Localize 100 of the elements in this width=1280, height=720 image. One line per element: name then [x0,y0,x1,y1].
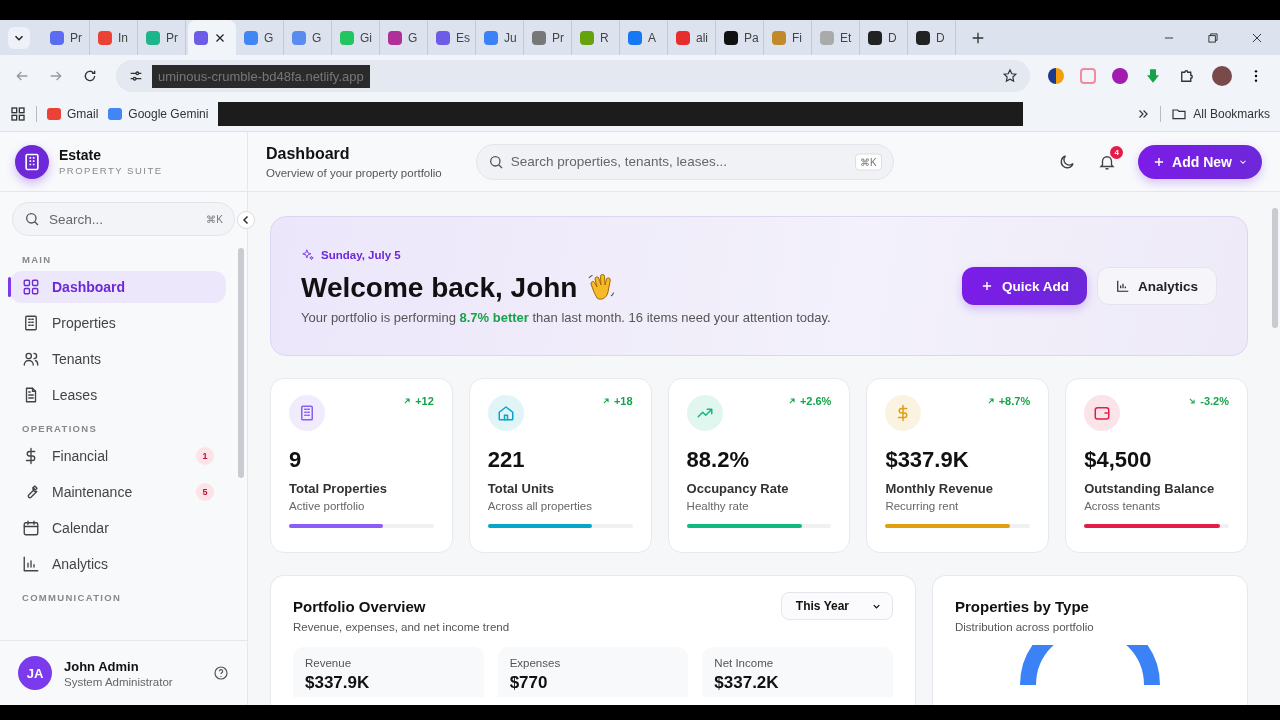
add-new-button[interactable]: Add New [1138,144,1262,179]
tab-title: Pr [70,30,82,45]
nav-item[interactable]: Financial 1 [10,440,226,472]
metric-label: Expenses [509,657,562,669]
tab-title: ali [696,30,708,45]
tab-title: G [264,30,274,45]
shortcut-hint: ⌘K [855,153,882,170]
stat-value: $337.9K [885,447,970,473]
stat-value: 221 [487,447,526,473]
user-name: John Admin [64,658,140,674]
tab-title: D [936,30,945,45]
help-icon[interactable] [213,665,229,681]
restore-icon[interactable] [1206,30,1220,45]
grid-icon [22,278,40,296]
search-icon [487,153,504,170]
tab-title: Fi [792,30,802,45]
tab-search-button[interactable] [8,26,30,49]
stat-label: Occupancy Rate [686,481,790,496]
trend-indicator: -3.2% [1187,395,1229,407]
count-badge: 5 [196,483,214,501]
tab-title: Et [840,30,852,45]
metric-label: Revenue [305,657,353,669]
stat-label: Monthly Revenue [885,481,994,496]
stat-caption: Active portfolio [289,500,366,512]
tab-title: Pa [744,30,759,45]
bookmark-link[interactable]: Gmail [47,107,99,121]
all-bookmarks-button[interactable]: All Bookmarks [1171,106,1270,122]
tab-title: Es [456,30,470,45]
shortcut-hint: ⌘K [206,213,223,225]
card-subtitle: Distribution across portfolio [955,621,1095,633]
nav-item[interactable]: Analytics [10,548,226,580]
trend-indicator: +12 [402,395,434,407]
download-arrow-icon[interactable] [1144,67,1162,85]
collapse-button[interactable] [237,211,255,229]
bar-chart-icon [22,555,40,573]
nav-item[interactable]: Leases [10,379,226,411]
metric-label: Net Income [714,657,775,669]
tab-title: G [408,30,418,45]
site-settings-icon[interactable] [128,68,144,84]
quick-add-button[interactable]: Quick Add [961,267,1087,305]
eye-icon[interactable] [1112,68,1128,84]
user-avatar[interactable]: JA [18,656,52,690]
url-text: uminous-crumble-bd48fa.netlify.app [152,64,370,88]
page-title: Dashboard [266,144,351,163]
stat-caption: Across tenants [1084,500,1162,512]
folder-icon [1171,106,1188,122]
users-icon [22,350,40,368]
stat-label: Total Properties [289,481,388,496]
section-heading: COMMUNICATION [21,591,123,605]
nav-item[interactable]: Calendar [10,512,226,544]
nav-item[interactable]: Maintenance 5 [10,476,226,508]
stat-value: 88.2% [686,447,750,473]
logo-icon [15,144,49,179]
welcome-heading: Welcome back, John [301,271,578,304]
page-subtitle: Overview of your property portfolio [266,166,442,179]
notification-badge: 4 [1110,145,1124,159]
bookmark-star-icon[interactable] [1002,68,1018,84]
stat-label: Outstanding Balance [1084,481,1216,496]
brand-tagline: PROPERTY SUITE [59,165,163,176]
nav-item[interactable]: Properties [10,307,226,339]
metric-value: $337.2K [714,673,780,693]
close-icon[interactable] [214,31,226,44]
calendar-icon [22,519,40,537]
bookmark-link[interactable]: Google Gemini [108,107,209,121]
tab-title: Gi [360,30,372,45]
stat-value: $4,500 [1084,447,1153,473]
profile-avatar[interactable] [1212,66,1232,86]
tab-title: Pr [166,30,178,45]
metric-value: $770 [509,673,549,693]
apps-grid-icon[interactable] [10,106,26,122]
tab-title: In [118,30,128,45]
card-title: Portfolio Overview [293,598,427,615]
nav-item[interactable]: Tenants [10,343,226,375]
browser-tab[interactable] [188,20,236,55]
stat-caption: Healthy rate [686,500,750,512]
sparkle-icon [301,247,315,262]
date-text: Sunday, July 5 [321,248,401,261]
stat-caption: Across all properties [487,500,593,512]
nav-item[interactable]: Dashboard [10,271,226,303]
bar-chart-icon [1115,279,1130,293]
extension-icon[interactable] [1048,68,1064,84]
trend-indicator: +2.6% [786,395,832,407]
count-badge: 1 [196,447,214,465]
analytics-button[interactable]: Analytics [1096,267,1217,305]
stat-caption: Recurring rent [885,500,960,512]
card-subtitle: Revenue, expenses, and net income trend [293,621,510,633]
metric-value: $337.9K [305,673,371,693]
reload-icon[interactable] [82,68,98,84]
tab-title: R [600,30,609,45]
period-dropdown[interactable]: This Year [780,592,893,620]
tab-title: Ju [504,30,517,45]
card-title: Properties by Type [955,598,1090,615]
puzzle-icon[interactable] [1178,67,1196,85]
tab-title: Pr [552,30,564,45]
tab-title: A [648,30,656,45]
search-icon [24,211,40,227]
section-heading: OPERATIONS [21,422,99,436]
welcome-message: Your portfolio is performing 8.7% better than last month. 16 items need your attention today. [301,309,832,325]
tab-title: D [888,30,897,45]
tab-title: G [312,30,322,45]
